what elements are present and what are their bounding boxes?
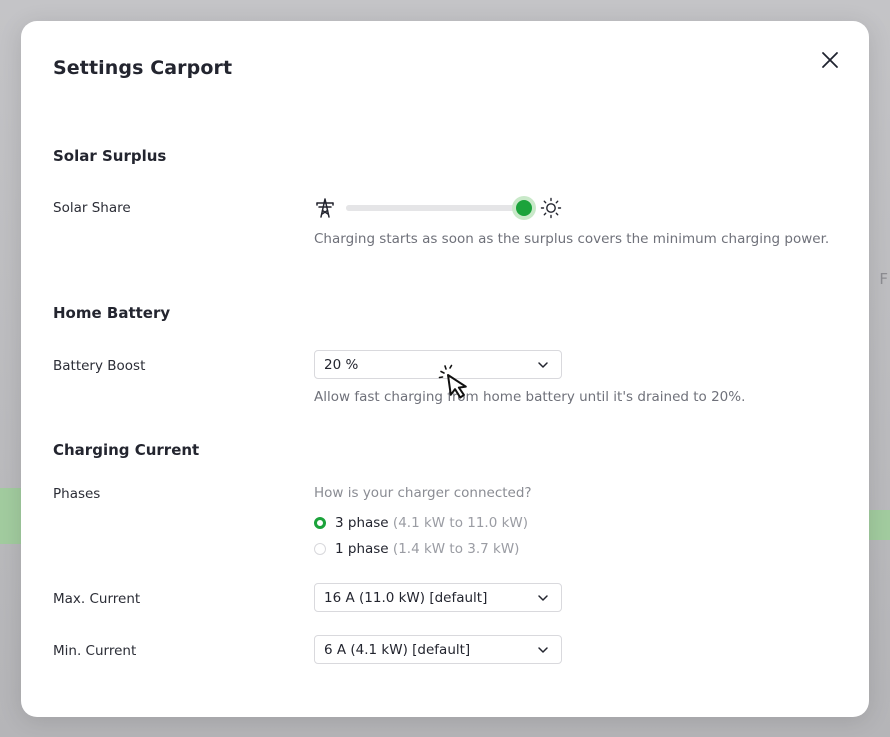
- backdrop-highlight-right: [868, 510, 890, 540]
- backdrop-highlight-left: [0, 488, 22, 544]
- solar-share-slider-track[interactable]: [346, 205, 524, 211]
- solar-share-label: Solar Share: [53, 200, 131, 216]
- battery-boost-label: Battery Boost: [53, 358, 146, 374]
- chevron-down-icon: [538, 647, 548, 653]
- min-current-label: Min. Current: [53, 643, 137, 659]
- backdrop-text: F: [879, 270, 888, 288]
- solar-share-help: Charging starts as soon as the surplus c…: [314, 231, 830, 247]
- solar-share-slider-thumb[interactable]: [512, 196, 536, 220]
- close-button[interactable]: [819, 49, 841, 71]
- max-current-value: 16 A (11.0 kW) [default]: [324, 590, 488, 606]
- phases-label: Phases: [53, 486, 101, 502]
- radio-1-phase[interactable]: [314, 543, 326, 555]
- home-battery-title: Home Battery: [53, 304, 171, 322]
- charging-current-title: Charging Current: [53, 441, 200, 459]
- solar-surplus-title: Solar Surplus: [53, 147, 167, 165]
- phase-option-1-name: 1 phase: [335, 541, 389, 557]
- phase-option-1-label: 1 phase (1.4 kW to 3.7 kW): [335, 541, 519, 557]
- phases-question: How is your charger connected?: [314, 485, 532, 501]
- max-current-label: Max. Current: [53, 591, 141, 607]
- phase-option-1-range: (1.4 kW to 3.7 kW): [392, 541, 520, 557]
- sun-icon: [540, 197, 562, 219]
- max-current-select[interactable]: 16 A (11.0 kW) [default]: [314, 583, 562, 612]
- power-pylon-icon: [316, 198, 334, 218]
- phase-option-3-range: (4.1 kW to 11.0 kW): [392, 515, 529, 531]
- close-icon: [822, 52, 838, 68]
- battery-boost-select[interactable]: 20 %: [314, 350, 562, 379]
- phase-option-3-name: 3 phase: [335, 515, 389, 531]
- battery-boost-help: Allow fast charging from home battery un…: [314, 389, 746, 405]
- min-current-select[interactable]: 6 A (4.1 kW) [default]: [314, 635, 562, 664]
- settings-modal: Settings Carport Solar Surplus Solar Sha…: [21, 21, 869, 717]
- chevron-down-icon: [538, 362, 548, 368]
- phase-option-3-label: 3 phase (4.1 kW to 11.0 kW): [335, 515, 528, 531]
- solar-share-slider-fill: [346, 205, 524, 211]
- modal-title: Settings Carport: [53, 57, 233, 79]
- min-current-value: 6 A (4.1 kW) [default]: [324, 642, 471, 658]
- radio-3-phase[interactable]: [314, 517, 326, 529]
- battery-boost-value: 20 %: [324, 357, 359, 373]
- chevron-down-icon: [538, 595, 548, 601]
